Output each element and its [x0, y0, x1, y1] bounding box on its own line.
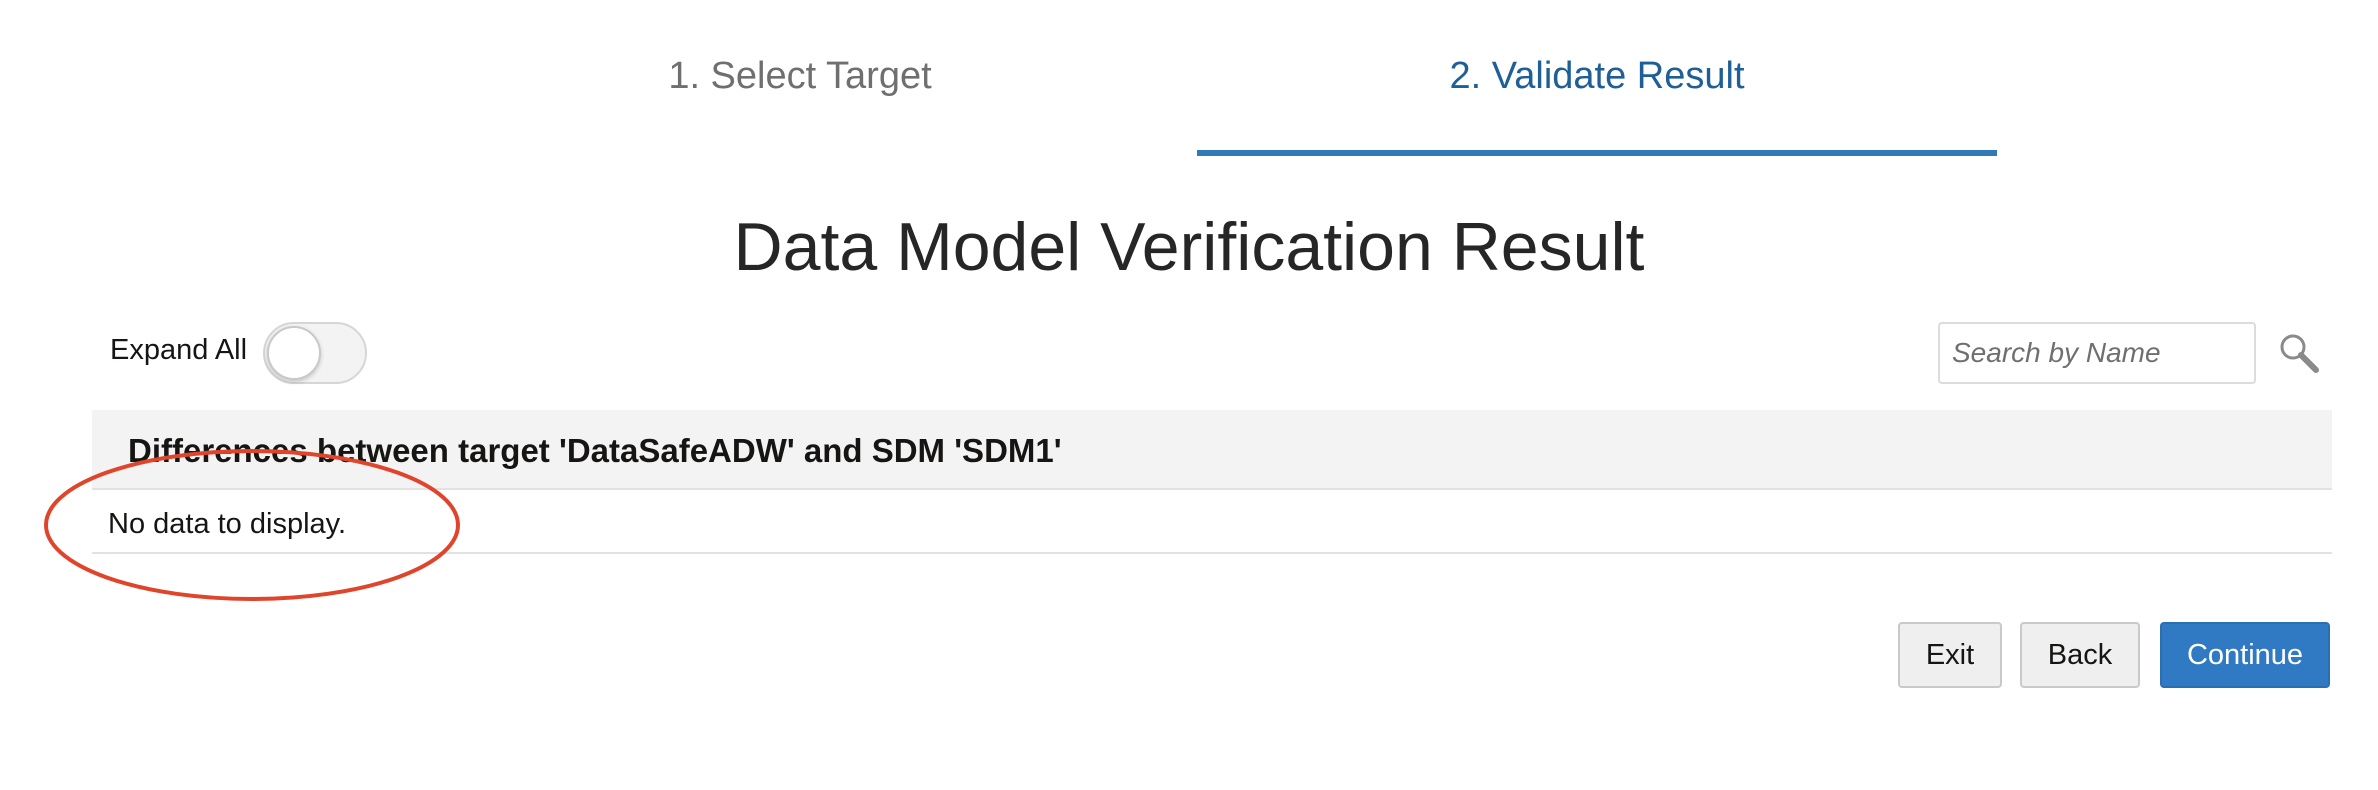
continue-button[interactable]: Continue	[2160, 622, 2330, 688]
step-select-target[interactable]: 1. Select Target	[400, 0, 1200, 160]
back-button[interactable]: Back	[2020, 622, 2140, 688]
current-step-indicator	[1197, 150, 1997, 156]
step-label: 1. Select Target	[668, 54, 932, 97]
page-title: Data Model Verification Result	[733, 209, 1645, 285]
expand-all-toggle[interactable]	[263, 322, 367, 384]
toggle-knob	[267, 326, 321, 380]
exit-button[interactable]: Exit	[1898, 622, 2002, 688]
section-title: Differences between target 'DataSafeADW'…	[128, 432, 1062, 469]
search-input[interactable]	[1938, 322, 2256, 384]
page: 1. Select Target 2. Validate Result Data…	[0, 0, 2378, 790]
step-train: 1. Select Target 2. Validate Result	[0, 0, 2378, 160]
empty-table-row: No data to display.	[92, 490, 2332, 554]
search-button[interactable]	[2276, 330, 2322, 376]
step-label: 2. Validate Result	[1449, 54, 1745, 97]
expand-all-label: Expand All	[110, 334, 248, 366]
differences-section-header: Differences between target 'DataSafeADW'…	[92, 410, 2332, 490]
no-data-message: No data to display.	[108, 508, 347, 540]
step-validate-result[interactable]: 2. Validate Result	[1197, 0, 1997, 160]
magnifier-icon	[2280, 334, 2319, 373]
